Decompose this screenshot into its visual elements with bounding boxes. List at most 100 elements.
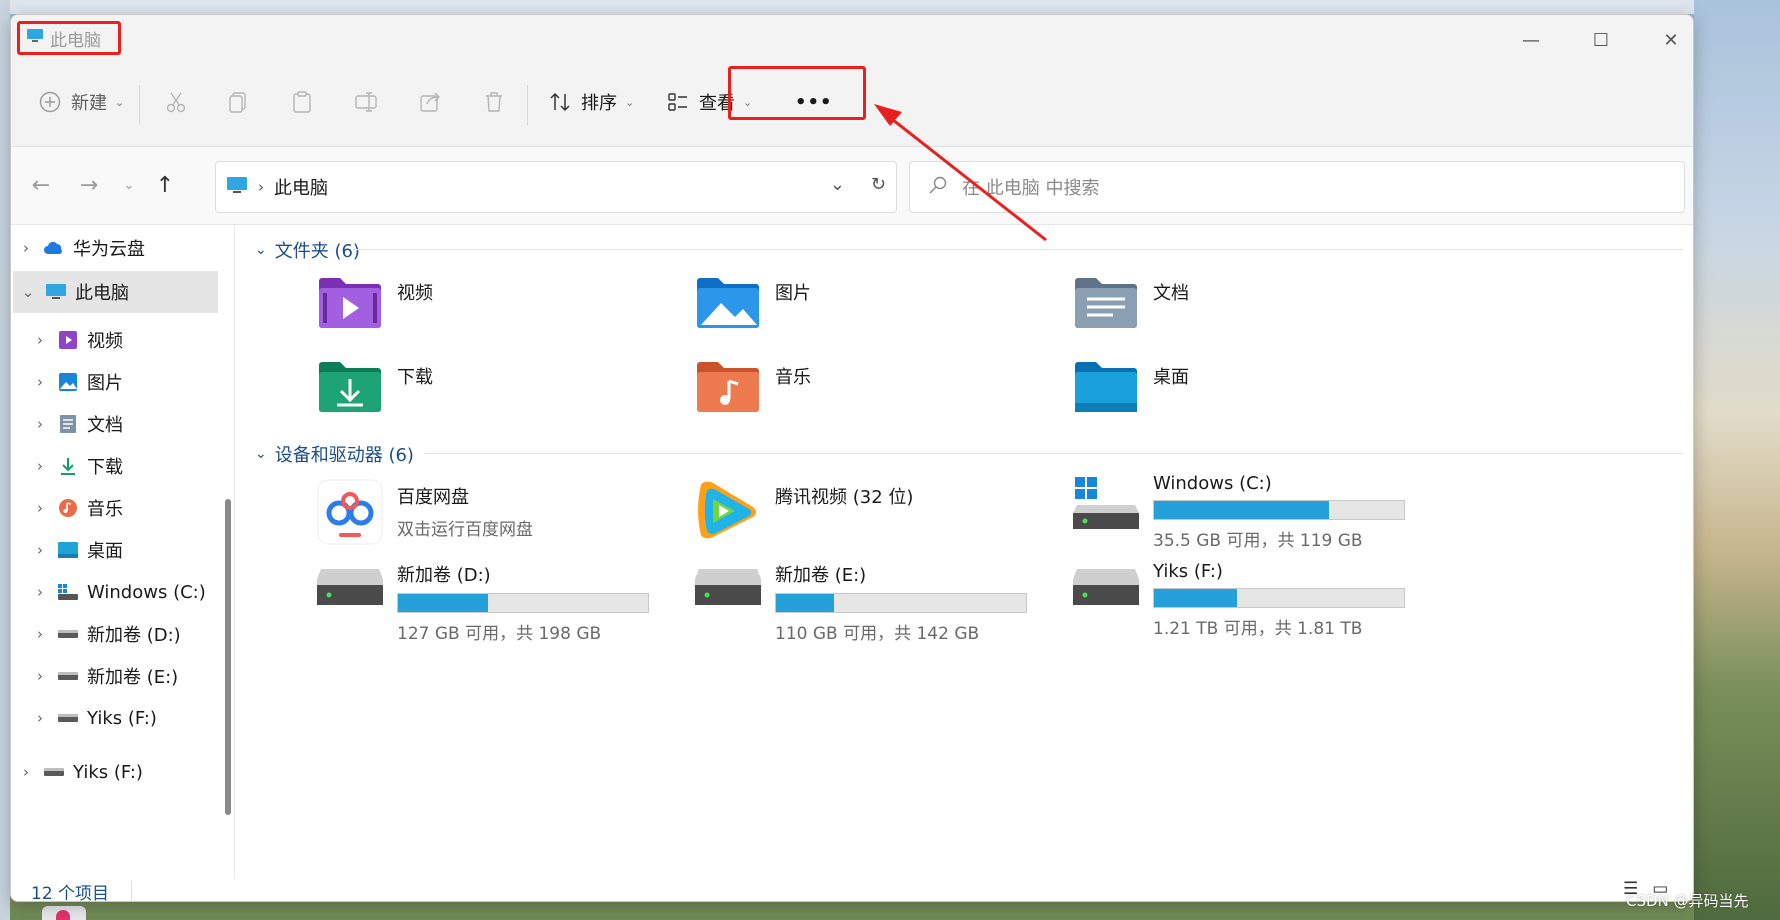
close-button[interactable]: ✕	[1649, 25, 1693, 55]
sidebar-item-drive-f[interactable]: › Yiks (F:)	[25, 697, 230, 739]
download-folder-icon	[317, 359, 385, 421]
folder-tile-music[interactable]: 音乐	[695, 359, 811, 421]
sidebar-item-music[interactable]: › 音乐	[25, 487, 230, 529]
folder-label: 桌面	[1153, 367, 1189, 388]
chevron-down-icon: ⌄	[255, 242, 267, 258]
breadcrumb-this-pc[interactable]: 此电脑	[274, 174, 328, 200]
device-subtext: 127 GB 可用，共 198 GB	[397, 624, 602, 644]
drive-icon	[695, 567, 763, 629]
chevron-right-icon[interactable]: ›	[25, 499, 55, 517]
chevron-right-icon[interactable]: ›	[11, 239, 41, 257]
chevron-down-icon[interactable]: ⌄	[13, 283, 43, 301]
drive-icon	[55, 707, 81, 729]
cut-button[interactable]	[163, 81, 189, 123]
minimize-button[interactable]: —	[1509, 25, 1553, 55]
devices-group-header[interactable]: ⌄ 设备和驱动器 (6)	[255, 441, 414, 467]
rename-button[interactable]	[353, 81, 379, 123]
sidebar-item-drive-f-root[interactable]: › Yiks (F:)	[11, 751, 216, 793]
folder-tile-documents[interactable]: 文档	[1073, 275, 1189, 337]
recent-locations-button[interactable]: ⌄	[113, 169, 145, 201]
folder-tile-desktop[interactable]: 桌面	[1073, 359, 1189, 421]
scissors-icon	[163, 89, 189, 115]
device-subtext: 110 GB 可用，共 142 GB	[775, 624, 980, 644]
paste-button[interactable]	[289, 81, 315, 123]
chevron-right-icon[interactable]: ›	[25, 583, 55, 601]
sidebar-item-drive-e[interactable]: › 新加卷 (E:)	[25, 655, 230, 697]
device-subtext: 双击运行百度网盘	[397, 520, 533, 540]
sort-button-label: 排序	[581, 93, 617, 114]
chevron-right-icon[interactable]: ›	[25, 667, 55, 685]
folder-label: 图片	[775, 283, 811, 304]
copy-button[interactable]	[225, 81, 251, 123]
sidebar-item-label: 华为云盘	[73, 239, 145, 260]
device-subtext: 35.5 GB 可用，共 119 GB	[1153, 531, 1363, 551]
sidebar-item-label: 新加卷 (D:)	[87, 625, 181, 646]
delete-button[interactable]	[481, 81, 507, 123]
sidebar-item-huawei-cloud[interactable]: › 华为云盘	[11, 227, 216, 269]
pictures-folder-icon	[695, 275, 763, 337]
refresh-icon[interactable]: ↻	[871, 174, 886, 195]
arrow-left-icon: ←	[31, 172, 51, 198]
sidebar-scrollbar[interactable]	[225, 499, 231, 815]
device-tile-baidu-netdisk[interactable]: 百度网盘 双击运行百度网盘	[317, 479, 533, 545]
share-button[interactable]	[417, 81, 443, 123]
chevron-down-icon: ⌄	[123, 177, 135, 193]
folder-label: 视频	[397, 283, 433, 304]
new-button-label: 新建	[71, 93, 107, 114]
desktop-background-top	[0, 0, 1780, 14]
sidebar-item-desktop[interactable]: › 桌面	[25, 529, 230, 571]
windows-drive-icon	[55, 581, 81, 603]
folder-tile-videos[interactable]: 视频	[317, 275, 433, 337]
folder-label: 下载	[397, 367, 433, 388]
tencent-video-icon	[695, 479, 763, 541]
sort-button[interactable]: 排序 ⌄	[547, 81, 634, 123]
folder-tile-pictures[interactable]: 图片	[695, 275, 811, 337]
status-divider	[131, 881, 132, 901]
folders-group-header[interactable]: ⌄ 文件夹 (6)	[255, 237, 360, 263]
baidu-netdisk-icon	[317, 479, 385, 545]
sidebar-item-label: 文档	[87, 415, 123, 436]
sidebar-item-label: 音乐	[87, 499, 123, 520]
pc-icon	[226, 175, 248, 200]
rename-icon	[353, 89, 379, 115]
devices-group-title: 设备和驱动器 (6)	[274, 445, 414, 466]
sidebar-item-this-pc[interactable]: ⌄ 此电脑	[13, 271, 218, 313]
navigation-pane: › 华为云盘 ⌄ 此电脑 › 视频 › 图片 › 文档 › 下载 › 音乐 › …	[11, 225, 235, 879]
chevron-right-icon[interactable]: ›	[25, 457, 55, 475]
chevron-right-icon[interactable]: ›	[25, 625, 55, 643]
chevron-right-icon[interactable]: ›	[25, 331, 55, 349]
windows-drive-icon	[1073, 475, 1141, 537]
drive-usage-bar	[775, 593, 1027, 613]
device-tile-drive-c[interactable]: Windows (C:) 35.5 GB 可用，共 119 GB	[1073, 469, 1405, 551]
chevron-right-icon[interactable]: ›	[25, 541, 55, 559]
chevron-right-icon[interactable]: ›	[25, 415, 55, 433]
address-field[interactable]: › 此电脑 ⌄ ↻	[215, 161, 897, 213]
sidebar-item-downloads[interactable]: › 下载	[25, 445, 230, 487]
device-tile-tencent-video[interactable]: 腾讯视频 (32 位)	[695, 479, 913, 541]
folder-tile-downloads[interactable]: 下载	[317, 359, 433, 421]
address-history-chevron-icon[interactable]: ⌄	[830, 174, 845, 195]
maximize-button[interactable]: ☐	[1579, 25, 1623, 55]
device-tile-drive-f[interactable]: Yiks (F:) 1.21 TB 可用，共 1.81 TB	[1073, 557, 1405, 639]
sidebar-item-pictures[interactable]: › 图片	[25, 361, 230, 403]
sidebar-item-drive-c[interactable]: › Windows (C:)	[25, 571, 230, 613]
back-button[interactable]: ←	[25, 169, 57, 201]
new-button[interactable]: 新建 ⌄	[37, 81, 124, 123]
sidebar-item-drive-d[interactable]: › 新加卷 (D:)	[25, 613, 230, 655]
device-tile-drive-d[interactable]: 新加卷 (D:) 127 GB 可用，共 198 GB	[317, 557, 649, 644]
drive-icon	[55, 665, 81, 687]
chevron-down-icon: ⌄	[255, 446, 267, 462]
forward-button[interactable]: →	[73, 169, 105, 201]
trash-icon	[481, 89, 507, 115]
device-tile-drive-e[interactable]: 新加卷 (E:) 110 GB 可用，共 142 GB	[695, 557, 1027, 644]
sidebar-item-label: 新加卷 (E:)	[87, 667, 179, 688]
search-field[interactable]: 在 此电脑 中搜索	[909, 161, 1685, 213]
share-icon	[417, 89, 443, 115]
chevron-right-icon[interactable]: ›	[25, 709, 55, 727]
up-button[interactable]: ↑	[149, 169, 181, 201]
chevron-right-icon[interactable]: ›	[11, 763, 41, 781]
chevron-right-icon[interactable]: ›	[25, 373, 55, 391]
sidebar-item-documents[interactable]: › 文档	[25, 403, 230, 445]
sidebar-item-videos[interactable]: › 视频	[25, 319, 230, 361]
drive-usage-fill	[398, 594, 488, 612]
